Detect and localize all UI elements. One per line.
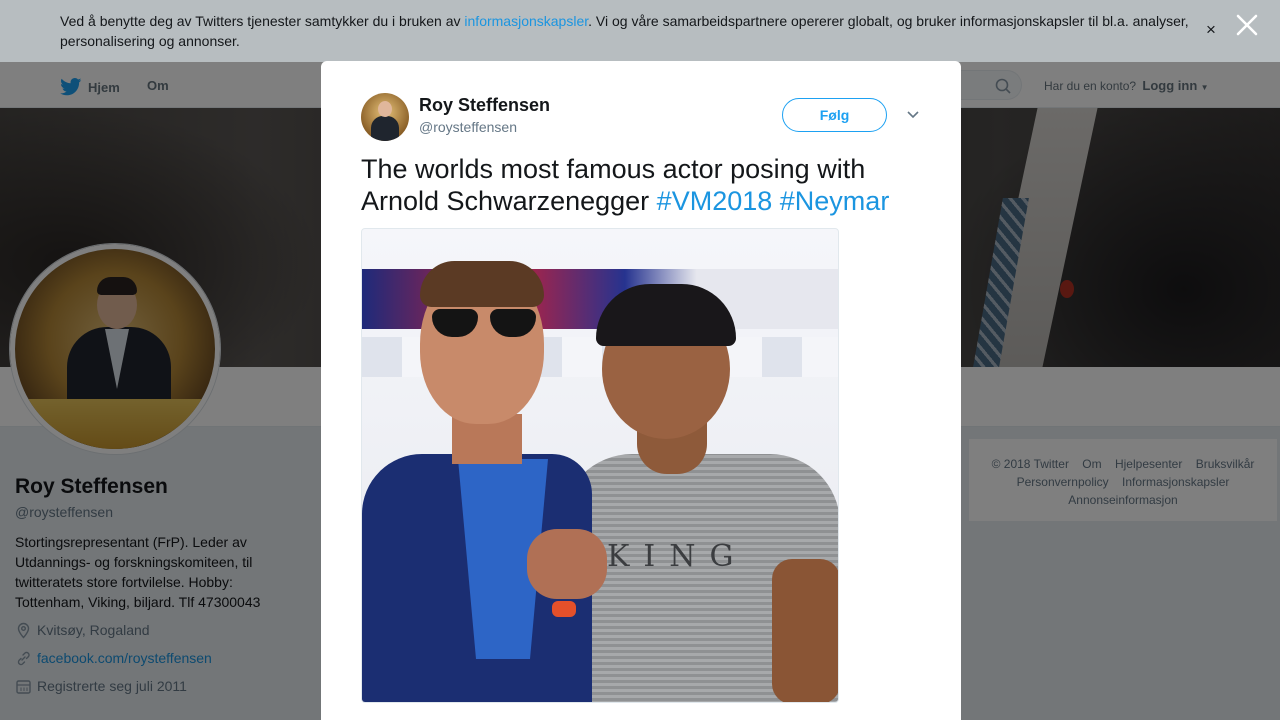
chevron-down-icon[interactable]: [905, 107, 921, 123]
photo-shirt-text: KING: [607, 539, 748, 574]
close-icon[interactable]: [1234, 12, 1260, 38]
cookie-banner-text: Ved å benytte deg av Twitters tjenester …: [60, 11, 1195, 51]
tweet-text: The worlds most famous actor posing with…: [361, 153, 921, 217]
cookie-text-before: Ved å benytte deg av Twitters tjenester …: [60, 13, 465, 29]
tweet-modal: Roy Steffensen @roysteffensen Følg The w…: [321, 61, 961, 720]
cookie-banner: Ved å benytte deg av Twitters tjenester …: [0, 0, 1280, 62]
hashtag-neymar[interactable]: #Neymar: [780, 186, 890, 216]
follow-button[interactable]: Følg: [782, 98, 887, 132]
tweet-author-handle[interactable]: @roysteffensen: [419, 119, 517, 135]
cookie-banner-close-button[interactable]: ×: [1206, 21, 1220, 38]
tweet-author-avatar[interactable]: [361, 93, 409, 141]
cookie-policy-link[interactable]: informasjonskapsler: [464, 13, 588, 29]
hashtag-vm2018[interactable]: #VM2018: [657, 186, 773, 216]
tweet-photo[interactable]: KING: [361, 228, 839, 703]
tweet-author-name[interactable]: Roy Steffensen: [419, 95, 550, 116]
